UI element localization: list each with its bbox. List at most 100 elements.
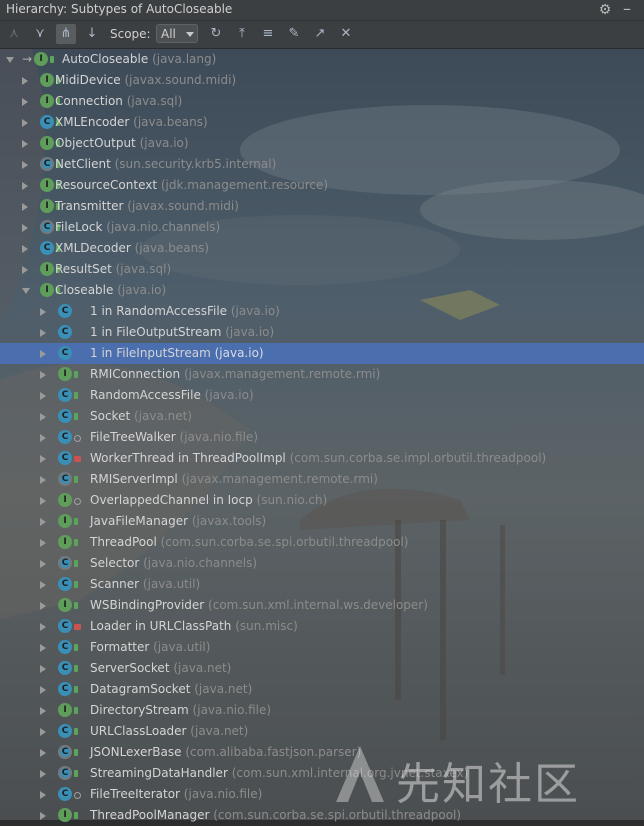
expand-arrow-icon[interactable]	[40, 686, 46, 694]
expand-arrow-icon[interactable]	[40, 371, 46, 379]
tree-root-row[interactable]: → I AutoCloseable (java.lang)	[0, 49, 644, 70]
expand-arrow-icon[interactable]	[22, 77, 28, 85]
tree-row[interactable]: C 1 in FileOutputStream (java.io)	[0, 322, 644, 343]
expand-arrow-icon[interactable]	[40, 749, 46, 757]
tree-row[interactable]: C FileLock (java.nio.channels)	[0, 217, 644, 238]
expand-arrow-icon[interactable]	[40, 350, 46, 358]
tree-row[interactable]: I DirectoryStream (java.nio.file)	[0, 700, 644, 721]
tree-row[interactable]: I ResourceContext (jdk.management.resourc…	[0, 175, 644, 196]
tree-row[interactable]: C ServerSocket (java.net)	[0, 658, 644, 679]
expand-arrow-icon[interactable]	[40, 812, 46, 820]
tree-row[interactable]: C DatagramSocket (java.net)	[0, 679, 644, 700]
tree-row[interactable]: I WSBindingProvider (com.sun.xml.internal…	[0, 595, 644, 616]
expand-arrow-icon[interactable]	[22, 140, 28, 148]
tree-row[interactable]: C Selector (java.nio.channels)	[0, 553, 644, 574]
tree-node-name: ResultSet	[55, 262, 112, 276]
expand-arrow-icon[interactable]	[22, 203, 28, 211]
export-icon[interactable]: ⤒	[232, 24, 252, 44]
expand-arrow-icon[interactable]	[40, 602, 46, 610]
expand-arrow-icon[interactable]	[40, 476, 46, 484]
tree-node-name: Socket	[90, 409, 131, 423]
expand-arrow-icon[interactable]	[40, 791, 46, 799]
close-icon[interactable]: ✕	[336, 24, 356, 44]
tree-row[interactable]: I ObjectOutput (java.io)	[0, 133, 644, 154]
tree-row[interactable]: C Loader in URLClassPath (sun.misc)	[0, 616, 644, 637]
tree-node-label: NetClient (sun.security.krb5.internal)	[55, 154, 276, 175]
public-modifier-icon	[74, 371, 78, 378]
tree-row[interactable]: C Socket (java.net)	[0, 406, 644, 427]
refresh-icon[interactable]: ↻	[206, 24, 226, 44]
pin-icon[interactable]: ✎	[284, 24, 304, 44]
expand-arrow-icon[interactable]	[40, 539, 46, 547]
tree-node-label: WorkerThread in ThreadPoolImpl (com.sun.…	[90, 448, 546, 469]
tree-row[interactable]: I ThreadPool (com.sun.corba.se.spi.orbuti…	[0, 532, 644, 553]
tree-row[interactable]: I Transmitter (javax.sound.midi)	[0, 196, 644, 217]
tree-row[interactable]: I RMIConnection (javax.management.remote.…	[0, 364, 644, 385]
expand-arrow-icon[interactable]	[22, 245, 28, 253]
gear-icon[interactable]: ⚙	[596, 0, 614, 20]
tree-row[interactable]: C Scanner (java.util)	[0, 574, 644, 595]
tree-row[interactable]: I Connection (java.sql)	[0, 91, 644, 112]
tree-row[interactable]: C RandomAccessFile (java.io)	[0, 385, 644, 406]
expand-arrow-icon[interactable]	[40, 728, 46, 736]
tree-row[interactable]: I MidiDevice (javax.sound.midi)	[0, 70, 644, 91]
class-icon: C	[58, 577, 72, 591]
tree-row[interactable]: C XMLDecoder (java.beans)	[0, 238, 644, 259]
expand-all-icon[interactable]: ≡	[258, 24, 278, 44]
tree-row[interactable]: C RMIServerImpl (javax.management.remote.…	[0, 469, 644, 490]
tree-row[interactable]: C WorkerThread in ThreadPoolImpl (com.sun…	[0, 448, 644, 469]
expand-arrow-icon[interactable]	[40, 329, 46, 337]
interface-icon: I	[58, 367, 72, 381]
tree-row[interactable]: I OverlappedChannel in Iocp (sun.nio.ch)	[0, 490, 644, 511]
abstract-class-icon: C	[40, 220, 54, 234]
expand-arrow-icon[interactable]	[22, 98, 28, 106]
expand-arrow-icon[interactable]	[22, 182, 28, 190]
expand-arrow-icon[interactable]	[40, 770, 46, 778]
tree-row[interactable]: I Closeable (java.io)	[0, 280, 644, 301]
expand-arrow-icon[interactable]	[40, 392, 46, 400]
sort-alphabetically-icon[interactable]: ↓	[82, 24, 102, 44]
supertype-hierarchy-icon[interactable]: ⋏	[4, 24, 24, 44]
expand-arrow-icon[interactable]	[40, 497, 46, 505]
tree-row[interactable]: C 1 in FileInputStream (java.io)	[0, 343, 644, 364]
expand-arrow-icon[interactable]	[40, 308, 46, 316]
collapse-arrow-icon[interactable]	[6, 57, 14, 63]
class-hierarchy-icon[interactable]: ⋔	[56, 24, 76, 44]
expand-arrow-icon[interactable]	[22, 161, 28, 169]
public-modifier-icon	[74, 728, 78, 735]
interface-icon: I	[58, 535, 72, 549]
tree-row[interactable]: C NetClient (sun.security.krb5.internal)	[0, 154, 644, 175]
expand-arrow-icon[interactable]	[40, 581, 46, 589]
tree-row[interactable]: C 1 in RandomAccessFile (java.io)	[0, 301, 644, 322]
expand-arrow-icon[interactable]	[40, 707, 46, 715]
expand-arrow-icon[interactable]	[40, 518, 46, 526]
expand-arrow-icon[interactable]	[40, 623, 46, 631]
expand-arrow-icon[interactable]	[40, 434, 46, 442]
tree-row[interactable]: C FileTreeWalker (java.nio.file)	[0, 427, 644, 448]
tree-node-label: 1 in FileOutputStream (java.io)	[90, 322, 274, 343]
expand-arrow-icon[interactable]	[22, 224, 28, 232]
tree-row[interactable]: I JavaFileManager (javax.tools)	[0, 511, 644, 532]
class-icon: C	[58, 640, 72, 654]
tree-row[interactable]: C Formatter (java.util)	[0, 637, 644, 658]
expand-arrow-icon[interactable]	[40, 644, 46, 652]
tree-node-label: DatagramSocket (java.net)	[90, 679, 252, 700]
tree-row[interactable]: C URLClassLoader (java.net)	[0, 721, 644, 742]
subtype-hierarchy-icon[interactable]: ⋎	[30, 24, 50, 44]
expand-arrow-icon[interactable]	[40, 560, 46, 568]
expand-arrow-icon[interactable]	[40, 413, 46, 421]
watermark-logo	[336, 746, 384, 802]
expand-arrow-icon[interactable]	[40, 455, 46, 463]
scope-select[interactable]: All	[156, 24, 198, 43]
expand-arrow-icon[interactable]	[22, 266, 28, 274]
expand-arrow-icon[interactable]	[40, 665, 46, 673]
open-in-new-icon[interactable]: ↗	[310, 24, 330, 44]
tree-node-package: (java.nio.file)	[175, 430, 259, 444]
hide-panel-icon[interactable]: –	[618, 0, 636, 20]
collapse-arrow-icon[interactable]	[22, 288, 30, 294]
tree-node-package: (sun.misc)	[231, 619, 298, 633]
tree-row[interactable]: I ResultSet (java.sql)	[0, 259, 644, 280]
public-modifier-icon	[74, 476, 78, 483]
tree-row[interactable]: C XMLEncoder (java.beans)	[0, 112, 644, 133]
expand-arrow-icon[interactable]	[22, 119, 28, 127]
